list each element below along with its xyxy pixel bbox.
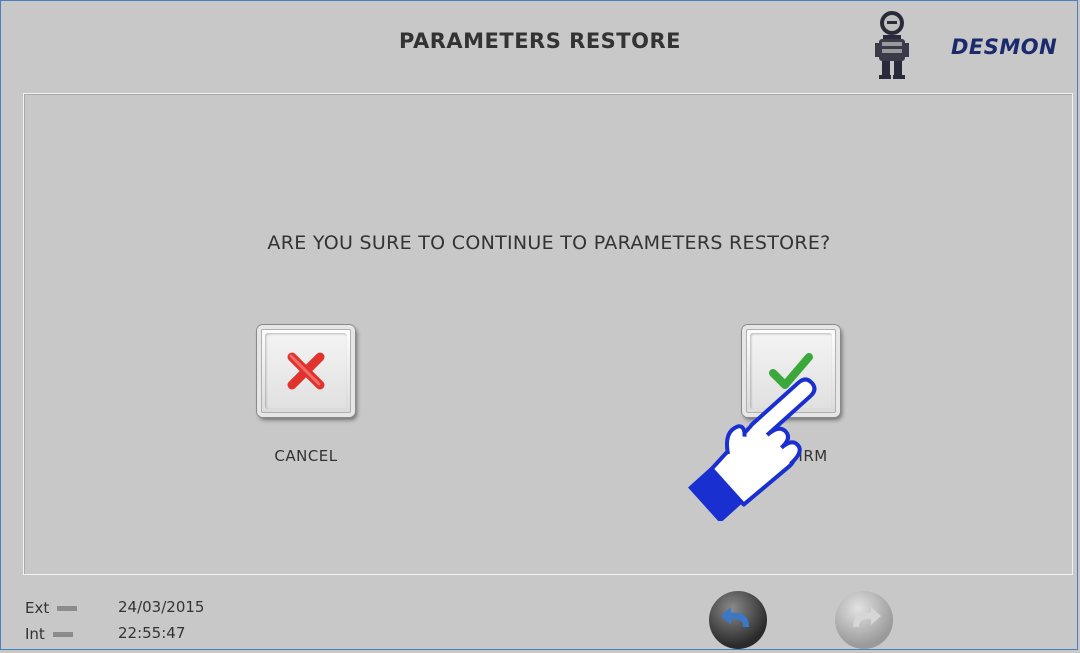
ext-indicator: Ext	[25, 599, 78, 617]
current-date: 24/03/2015	[118, 598, 205, 616]
ext-label: Ext	[25, 599, 50, 617]
cancel-label: CANCEL	[274, 447, 338, 465]
header: PARAMETERS RESTORE DESMON	[1, 1, 1079, 93]
cancel-button[interactable]	[257, 325, 355, 417]
brand-name: DESMON	[951, 35, 1058, 59]
ext-status-bar	[57, 606, 78, 611]
back-button[interactable]	[709, 591, 767, 649]
x-icon	[287, 352, 325, 390]
int-label: Int	[25, 625, 45, 643]
forward-arrow-icon	[853, 607, 881, 627]
confirm-question: ARE YOU SURE TO CONTINUE TO PARAMETERS R…	[267, 232, 831, 254]
back-arrow-icon	[721, 607, 749, 627]
app-window: PARAMETERS RESTORE DESMON ARE YOU SURE T…	[0, 0, 1078, 650]
mascot-logo	[875, 11, 909, 79]
pointing-hand-icon	[688, 377, 817, 521]
int-indicator: Int	[25, 625, 73, 643]
current-time: 22:55:47	[118, 624, 186, 642]
forward-button[interactable]	[835, 591, 893, 649]
int-status-bar	[52, 632, 73, 637]
confirm-dialog-panel: ARE YOU SURE TO CONTINUE TO PARAMETERS R…	[23, 93, 1073, 575]
page-title: PARAMETERS RESTORE	[399, 29, 681, 53]
